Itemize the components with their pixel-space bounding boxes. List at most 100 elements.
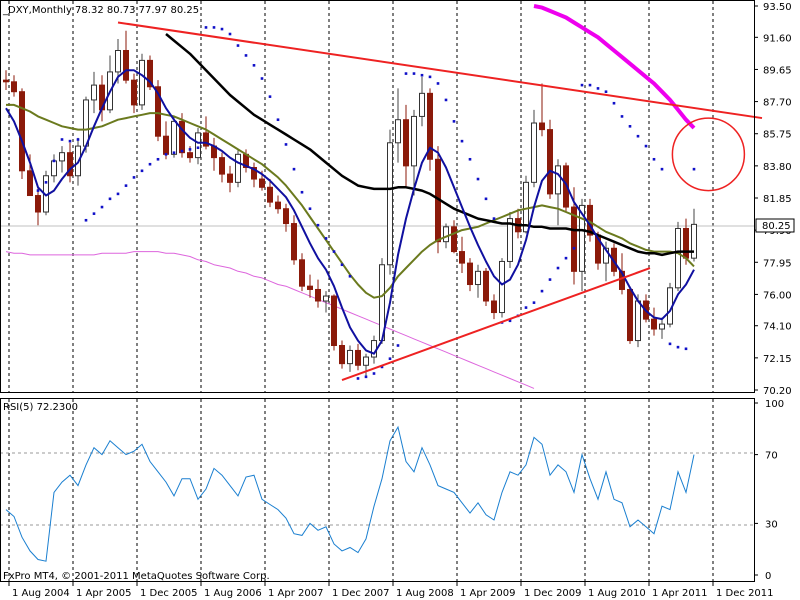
sar-dot <box>452 120 456 123</box>
sar-dot <box>356 377 360 380</box>
current-price-tag: 80.25 <box>755 218 795 233</box>
candle-body <box>275 201 281 210</box>
y-tick-label: 93.50 <box>763 2 792 13</box>
sar-dot <box>156 157 160 161</box>
sar-dot <box>620 115 624 118</box>
candle <box>547 119 553 199</box>
candle-body <box>467 262 473 286</box>
sar-dot <box>420 73 424 77</box>
candle-body <box>283 208 289 225</box>
candle-body <box>387 142 393 266</box>
candle-body <box>451 226 457 253</box>
sar-dot <box>140 169 144 173</box>
candle-body <box>139 59 145 106</box>
sar-dot <box>604 90 608 93</box>
candle-body <box>59 152 65 162</box>
candle-body <box>267 186 273 203</box>
x-tick-label: 1 Dec 2011 <box>716 588 774 599</box>
sar-dot <box>468 157 472 161</box>
candle <box>507 212 513 269</box>
candle-body <box>483 270 489 302</box>
candle-body <box>307 285 313 290</box>
candle-body <box>123 49 129 81</box>
footer-copyright: FxPro MT4, © 2001-2011 MetaQuotes Softwa… <box>3 571 270 582</box>
x-tick-label: 1 Apr 2009 <box>460 588 515 599</box>
candle-body <box>651 318 657 330</box>
candle-body <box>35 195 41 213</box>
candle <box>499 258 505 318</box>
sar-dot <box>108 197 112 201</box>
sar-dot <box>628 125 632 128</box>
sar-dot <box>308 207 312 211</box>
x-tick-label: 1 Apr 2005 <box>76 588 131 599</box>
rsi-tick-label: 30 <box>765 519 778 530</box>
candle-body <box>219 157 225 175</box>
candle-body <box>539 122 545 131</box>
candle <box>675 221 681 292</box>
x-tick-label: 1 Dec 2009 <box>524 588 582 599</box>
sar-dot <box>196 146 200 150</box>
sar-dot <box>588 83 592 87</box>
candle-body <box>3 79 9 83</box>
chart-background <box>0 0 800 600</box>
sar-dot <box>484 197 488 201</box>
x-tick-label: 1 Apr 2007 <box>268 588 323 599</box>
y-tick-label: 77.95 <box>763 258 792 269</box>
sar-dot <box>124 184 128 187</box>
sar-dot <box>268 95 272 98</box>
sar-dot <box>540 289 544 293</box>
sar-dot <box>684 347 688 351</box>
sar-dot <box>76 138 80 141</box>
sar-dot <box>316 223 320 227</box>
sar-dot <box>492 217 496 220</box>
y-tick-label: 70.20 <box>763 386 792 397</box>
sar-dot <box>220 27 224 31</box>
sar-dot <box>204 26 208 29</box>
rsi-tick-label: 0 <box>765 571 771 582</box>
sar-dot <box>476 177 480 181</box>
candle-body <box>195 132 201 159</box>
candle-body <box>331 295 337 347</box>
sar-dot <box>284 143 288 146</box>
candle-body <box>323 295 329 302</box>
sar-dot <box>676 345 680 349</box>
x-tick-label: 1 Aug 2010 <box>588 588 646 599</box>
sar-dot <box>532 301 536 304</box>
candle-body <box>403 119 409 167</box>
candle-body <box>363 356 369 366</box>
candle <box>427 88 433 171</box>
sar-dot <box>436 82 440 85</box>
y-tick-label: 76.00 <box>763 290 792 301</box>
sar-dot <box>692 167 696 171</box>
candle-body <box>531 122 537 183</box>
candle-body <box>683 227 689 259</box>
x-tick-label: 1 Aug 2004 <box>12 588 70 599</box>
sar-dot <box>652 157 656 161</box>
sar-dot <box>164 153 168 156</box>
sar-dot <box>428 75 432 79</box>
sar-dot <box>116 192 120 196</box>
candle-body <box>459 251 465 264</box>
y-tick-label: 91.60 <box>763 33 792 44</box>
sar-dot <box>324 237 328 240</box>
y-tick-label: 89.65 <box>763 65 792 76</box>
rsi-tick-label: 70 <box>765 451 778 462</box>
sar-dot <box>460 139 464 143</box>
sar-dot <box>148 162 152 166</box>
candle-body <box>411 115 417 167</box>
candle-body <box>555 165 561 195</box>
x-tick-label: 1 Apr 2011 <box>652 588 707 599</box>
candle-body <box>315 288 321 302</box>
sar-dot <box>188 148 192 151</box>
sar-dot <box>212 26 216 29</box>
candle-body <box>355 349 361 366</box>
sar-dot <box>612 101 616 105</box>
sar-dot <box>132 176 136 179</box>
y-tick-label: 85.75 <box>763 130 792 141</box>
sar-dot <box>84 218 88 222</box>
candle-body <box>675 227 681 289</box>
sar-dot <box>636 134 640 138</box>
sar-dot <box>596 87 600 90</box>
rsi-tick-label: 100 <box>765 399 784 410</box>
y-tick-label: 72.15 <box>763 354 792 365</box>
